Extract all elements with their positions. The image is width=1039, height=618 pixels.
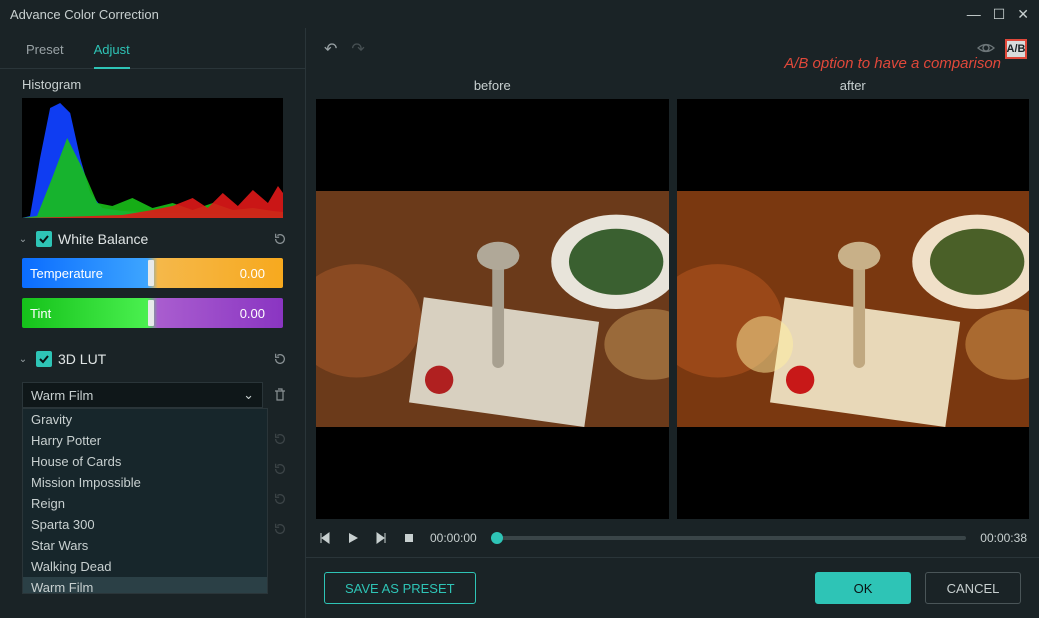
- redo-button[interactable]: ↷: [351, 39, 364, 59]
- lut-option[interactable]: House of Cards: [23, 451, 267, 472]
- minimize-button[interactable]: —: [967, 7, 981, 21]
- after-label: after: [677, 78, 1030, 93]
- temperature-value: 0.00: [240, 266, 265, 281]
- maximize-button[interactable]: ☐: [993, 7, 1006, 21]
- temperature-slider[interactable]: Temperature 0.00: [22, 258, 283, 288]
- prev-frame-button[interactable]: [318, 531, 332, 545]
- lut-selected: Warm Film: [31, 388, 93, 403]
- footer: SAVE AS PRESET OK CANCEL: [306, 558, 1039, 618]
- lut-option[interactable]: Reign: [23, 493, 267, 514]
- sidebar: Preset Adjust Histogram ⌄ White Balance: [0, 28, 306, 618]
- lut-checkbox[interactable]: [36, 351, 52, 367]
- white-balance-label: White Balance: [58, 231, 265, 247]
- chevron-down-icon[interactable]: ⌄: [16, 354, 30, 365]
- white-balance-section: ⌄ White Balance: [0, 226, 305, 252]
- lut-option[interactable]: Walking Dead: [23, 556, 267, 577]
- lut-option[interactable]: Harry Potter: [23, 430, 267, 451]
- play-button[interactable]: [346, 531, 360, 545]
- white-balance-checkbox[interactable]: [36, 231, 52, 247]
- close-button[interactable]: ✕: [1017, 7, 1029, 21]
- time-total: 00:00:38: [980, 531, 1027, 545]
- seek-bar[interactable]: [491, 536, 967, 540]
- ab-compare-button[interactable]: A/B: [1005, 39, 1027, 59]
- tint-slider[interactable]: Tint 0.00: [22, 298, 283, 328]
- slider-handle[interactable]: [148, 260, 154, 286]
- trash-icon[interactable]: [271, 386, 289, 404]
- ok-button[interactable]: OK: [815, 572, 911, 604]
- temperature-label: Temperature: [30, 266, 103, 281]
- reset-icon[interactable]: [271, 350, 289, 368]
- lut-dropdown-button[interactable]: Warm Film ⌄: [22, 382, 263, 408]
- after-canvas: [677, 99, 1030, 519]
- histogram-label: Histogram: [0, 69, 305, 96]
- lut-option[interactable]: Sparta 300: [23, 514, 267, 535]
- window-title: Advance Color Correction: [10, 7, 159, 22]
- save-preset-button[interactable]: SAVE AS PRESET: [324, 572, 476, 604]
- reset-icon[interactable]: [271, 460, 289, 478]
- stop-button[interactable]: [402, 531, 416, 545]
- chevron-down-icon: ⌄: [243, 387, 254, 403]
- tint-value: 0.00: [240, 306, 265, 321]
- lut-section: ⌄ 3D LUT: [0, 346, 305, 372]
- time-current: 00:00:00: [430, 531, 477, 545]
- eye-icon[interactable]: [977, 39, 995, 60]
- titlebar: Advance Color Correction — ☐ ✕: [0, 0, 1039, 28]
- chevron-down-icon[interactable]: ⌄: [16, 234, 30, 245]
- lut-option[interactable]: Gravity: [23, 409, 267, 430]
- cancel-button[interactable]: CANCEL: [925, 572, 1021, 604]
- lut-dropdown[interactable]: Warm Film ⌄ Gravity Harry Potter House o…: [22, 382, 263, 408]
- reset-icon[interactable]: [271, 430, 289, 448]
- histogram-display: [22, 98, 283, 218]
- sidebar-tabs: Preset Adjust: [0, 28, 305, 69]
- lut-dropdown-list: Gravity Harry Potter House of Cards Miss…: [22, 408, 268, 594]
- playback-bar: 00:00:00 00:00:38: [306, 523, 1039, 558]
- reset-icon[interactable]: [271, 520, 289, 538]
- preview-pane: A/B option to have a comparison ↶ ↷ A/B …: [306, 28, 1039, 618]
- tab-adjust[interactable]: Adjust: [94, 36, 130, 69]
- lut-option[interactable]: Warm Film: [23, 577, 267, 594]
- slider-handle[interactable]: [148, 300, 154, 326]
- undo-button[interactable]: ↶: [324, 39, 337, 59]
- lut-option[interactable]: Star Wars: [23, 535, 267, 556]
- reset-icon[interactable]: [271, 230, 289, 248]
- lut-option[interactable]: Mission Impossible: [23, 472, 267, 493]
- lut-label: 3D LUT: [58, 351, 265, 367]
- next-frame-button[interactable]: [374, 531, 388, 545]
- seek-handle[interactable]: [491, 532, 503, 544]
- reset-icon[interactable]: [271, 490, 289, 508]
- window-controls: — ☐ ✕: [967, 7, 1029, 21]
- before-canvas: [316, 99, 669, 519]
- tab-preset[interactable]: Preset: [26, 36, 64, 68]
- tint-label: Tint: [30, 306, 51, 321]
- before-label: before: [316, 78, 669, 93]
